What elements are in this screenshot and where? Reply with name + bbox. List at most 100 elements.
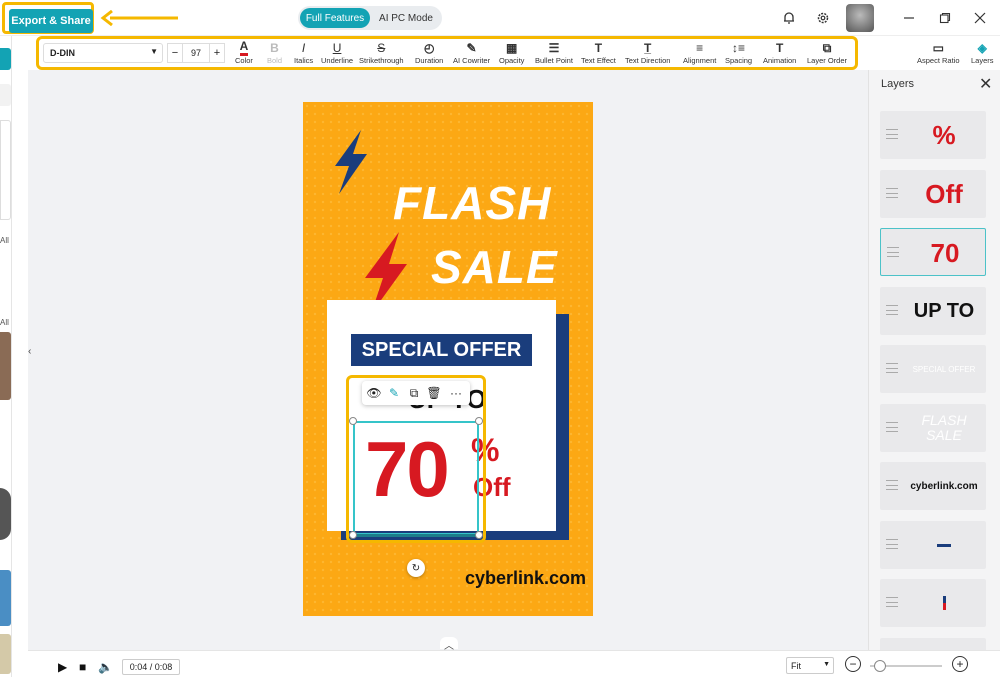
rail-item[interactable] <box>0 84 11 106</box>
rail-thumbnail[interactable] <box>0 570 11 626</box>
zoom-select[interactable]: Fit ▼ <box>786 657 834 674</box>
drag-handle-icon[interactable] <box>886 363 898 373</box>
drag-handle-icon[interactable] <box>886 597 898 607</box>
layer-item[interactable] <box>880 638 986 650</box>
layer-order-icon: ⧉ <box>822 41 832 55</box>
volume-icon[interactable]: 🔈 <box>98 660 113 674</box>
layer-item[interactable]: cyberlink.com <box>880 462 986 510</box>
export-share-button[interactable]: Export & Share <box>9 9 93 33</box>
drag-handle-icon[interactable] <box>887 247 899 257</box>
ai-cowriter-tool[interactable]: ✎ AI Cowriter <box>453 40 490 68</box>
close-icon[interactable]: ✕ <box>979 74 992 94</box>
resize-handle[interactable] <box>349 417 357 425</box>
opacity-icon: ▦ <box>506 41 518 55</box>
animation-tool[interactable]: T Animation <box>763 40 796 68</box>
duration-tool[interactable]: ◴ Duration <box>415 40 443 68</box>
close-icon[interactable] <box>970 8 990 28</box>
full-features-tab[interactable]: Full Features <box>300 8 370 28</box>
top-bar: Export & Share Full Features AI PC Mode <box>0 0 1000 36</box>
layer-item[interactable]: % <box>880 111 986 159</box>
opacity-tool[interactable]: ▦ Opacity <box>499 40 524 68</box>
layer-item[interactable]: Off <box>880 170 986 218</box>
zoom-out-icon[interactable]: − <box>845 656 861 672</box>
font-size-input[interactable]: 97 <box>183 43 209 63</box>
layer-item[interactable]: FLASH SALE <box>880 404 986 452</box>
layer-item[interactable] <box>880 521 986 569</box>
font-size-decrease-button[interactable]: − <box>167 43 183 63</box>
text-direction-tool[interactable]: T̲ Text Direction <box>625 40 670 68</box>
rail-thumbnail[interactable] <box>0 332 11 400</box>
text-toolbar: D-DIN ▼ − 97 + A Color B Bold I Italics … <box>36 36 858 70</box>
sale-text: SALE <box>431 241 558 293</box>
duplicate-icon[interactable]: ⧉ <box>406 385 422 401</box>
layer-order-tool[interactable]: ⧉ Layer Order <box>807 40 847 68</box>
arrow-icon <box>100 10 178 26</box>
drag-handle-icon[interactable] <box>886 539 898 549</box>
resize-handle[interactable] <box>475 531 483 539</box>
spacing-icon: ↕≡ <box>732 41 746 55</box>
layer-item[interactable]: 70 <box>880 228 986 276</box>
aspect-ratio-tool[interactable]: ▭ Aspect Ratio <box>917 40 960 68</box>
animation-icon: T <box>776 41 784 55</box>
magic-wand-icon: ✎ <box>466 41 477 55</box>
layer-item[interactable]: SPECIAL OFFER <box>880 345 986 393</box>
font-size-increase-button[interactable]: + <box>209 43 225 63</box>
drag-handle-icon[interactable] <box>886 422 898 432</box>
chevron-down-icon: ▼ <box>150 47 158 56</box>
zoom-select-value: Fit <box>791 661 801 671</box>
site-text: cyberlink.com <box>465 568 587 588</box>
rotate-icon[interactable]: ↻ <box>407 559 425 577</box>
playback-bar: ▶ ■ 🔈 0:04 / 0:08 Fit ▼ − + <box>28 650 1000 677</box>
clock-icon: ◴ <box>423 41 435 55</box>
bell-icon[interactable] <box>779 8 799 28</box>
drag-handle-icon[interactable] <box>886 129 898 139</box>
rail-item[interactable] <box>0 120 11 220</box>
layer-item[interactable] <box>880 579 986 627</box>
rail-thumbnail[interactable] <box>0 488 11 540</box>
layers-icon: ◈ <box>977 41 987 55</box>
flash-text: FLASH <box>393 177 552 229</box>
stop-icon[interactable]: ■ <box>79 660 86 674</box>
gear-icon[interactable] <box>813 8 833 28</box>
drag-handle-icon[interactable] <box>886 305 898 315</box>
selection-box[interactable] <box>353 421 479 535</box>
magic-wand-icon[interactable]: ✎ <box>386 385 402 401</box>
resize-handle[interactable] <box>349 531 357 539</box>
minimize-icon[interactable] <box>899 8 919 28</box>
chevron-left-icon[interactable]: ‹ <box>28 346 38 368</box>
more-icon[interactable]: ··· <box>448 385 464 401</box>
underline-tool[interactable]: U Underline <box>321 40 353 68</box>
zoom-in-icon[interactable]: + <box>952 656 968 672</box>
zoom-slider-knob[interactable] <box>874 660 886 672</box>
drag-handle-icon[interactable] <box>886 480 898 490</box>
bullet-point-tool[interactable]: ☰ Bullet Point <box>535 40 573 68</box>
floating-toolbar: 👁 ✎ ⧉ 🗑 ··· <box>362 381 470 405</box>
eye-icon[interactable]: 👁 <box>366 385 382 401</box>
layers-tool[interactable]: ◈ Layers <box>971 40 994 68</box>
trash-icon[interactable]: 🗑 <box>426 385 442 401</box>
drag-handle-icon[interactable] <box>886 188 898 198</box>
strikethrough-tool[interactable]: S Strikethrough <box>359 40 404 68</box>
underline-icon: U <box>332 41 342 55</box>
rail-item[interactable] <box>0 48 11 70</box>
layer-item[interactable]: UP TO <box>880 287 986 335</box>
text-effect-tool[interactable]: T Text Effect <box>581 40 616 68</box>
layers-title: Layers <box>881 78 915 90</box>
resize-handle[interactable] <box>475 417 483 425</box>
avatar[interactable] <box>846 4 874 32</box>
ai-pc-mode-tab[interactable]: AI PC Mode <box>372 8 440 28</box>
font-name: D-DIN <box>50 48 75 58</box>
align-left-icon: ≡ <box>696 41 704 55</box>
rail-thumbnail[interactable] <box>0 634 11 674</box>
maximize-icon[interactable] <box>935 8 955 28</box>
italics-tool[interactable]: I Italics <box>294 40 313 68</box>
color-icon: A <box>239 40 249 56</box>
chevron-up-icon[interactable]: ︿ <box>440 637 458 652</box>
play-icon[interactable]: ▶ <box>58 660 67 674</box>
color-tool[interactable]: A Color <box>235 40 253 68</box>
rail-label: All <box>0 236 9 245</box>
bold-tool[interactable]: B Bold <box>267 40 282 68</box>
font-select[interactable]: D-DIN ▼ <box>43 43 163 63</box>
alignment-tool[interactable]: ≡ Alignment <box>683 40 716 68</box>
spacing-tool[interactable]: ↕≡ Spacing <box>725 40 752 68</box>
